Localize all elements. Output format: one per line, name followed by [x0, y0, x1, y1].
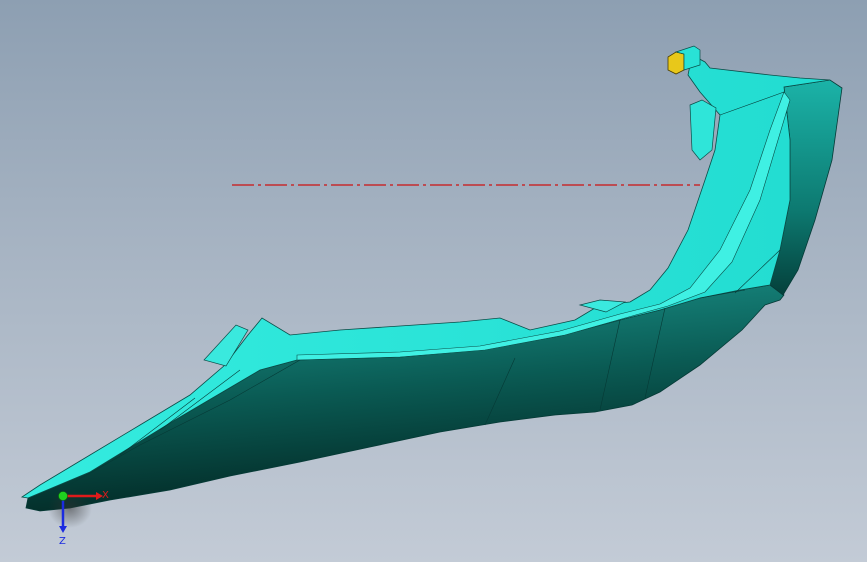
part-side-face[interactable]: [25, 284, 785, 512]
graphics-viewport[interactable]: X Z: [0, 0, 867, 562]
model-scene[interactable]: X Z: [0, 0, 867, 562]
bracket-feature[interactable]: [689, 99, 717, 161]
x-axis-label: X: [102, 490, 109, 501]
y-axis-origin: [58, 491, 68, 501]
z-axis-label: Z: [59, 536, 66, 547]
z-axis-arrowhead: [59, 526, 67, 533]
coordinate-triad[interactable]: X Z: [48, 488, 109, 547]
clip-tab[interactable]: [667, 51, 685, 75]
triad-shadow: [48, 488, 92, 528]
